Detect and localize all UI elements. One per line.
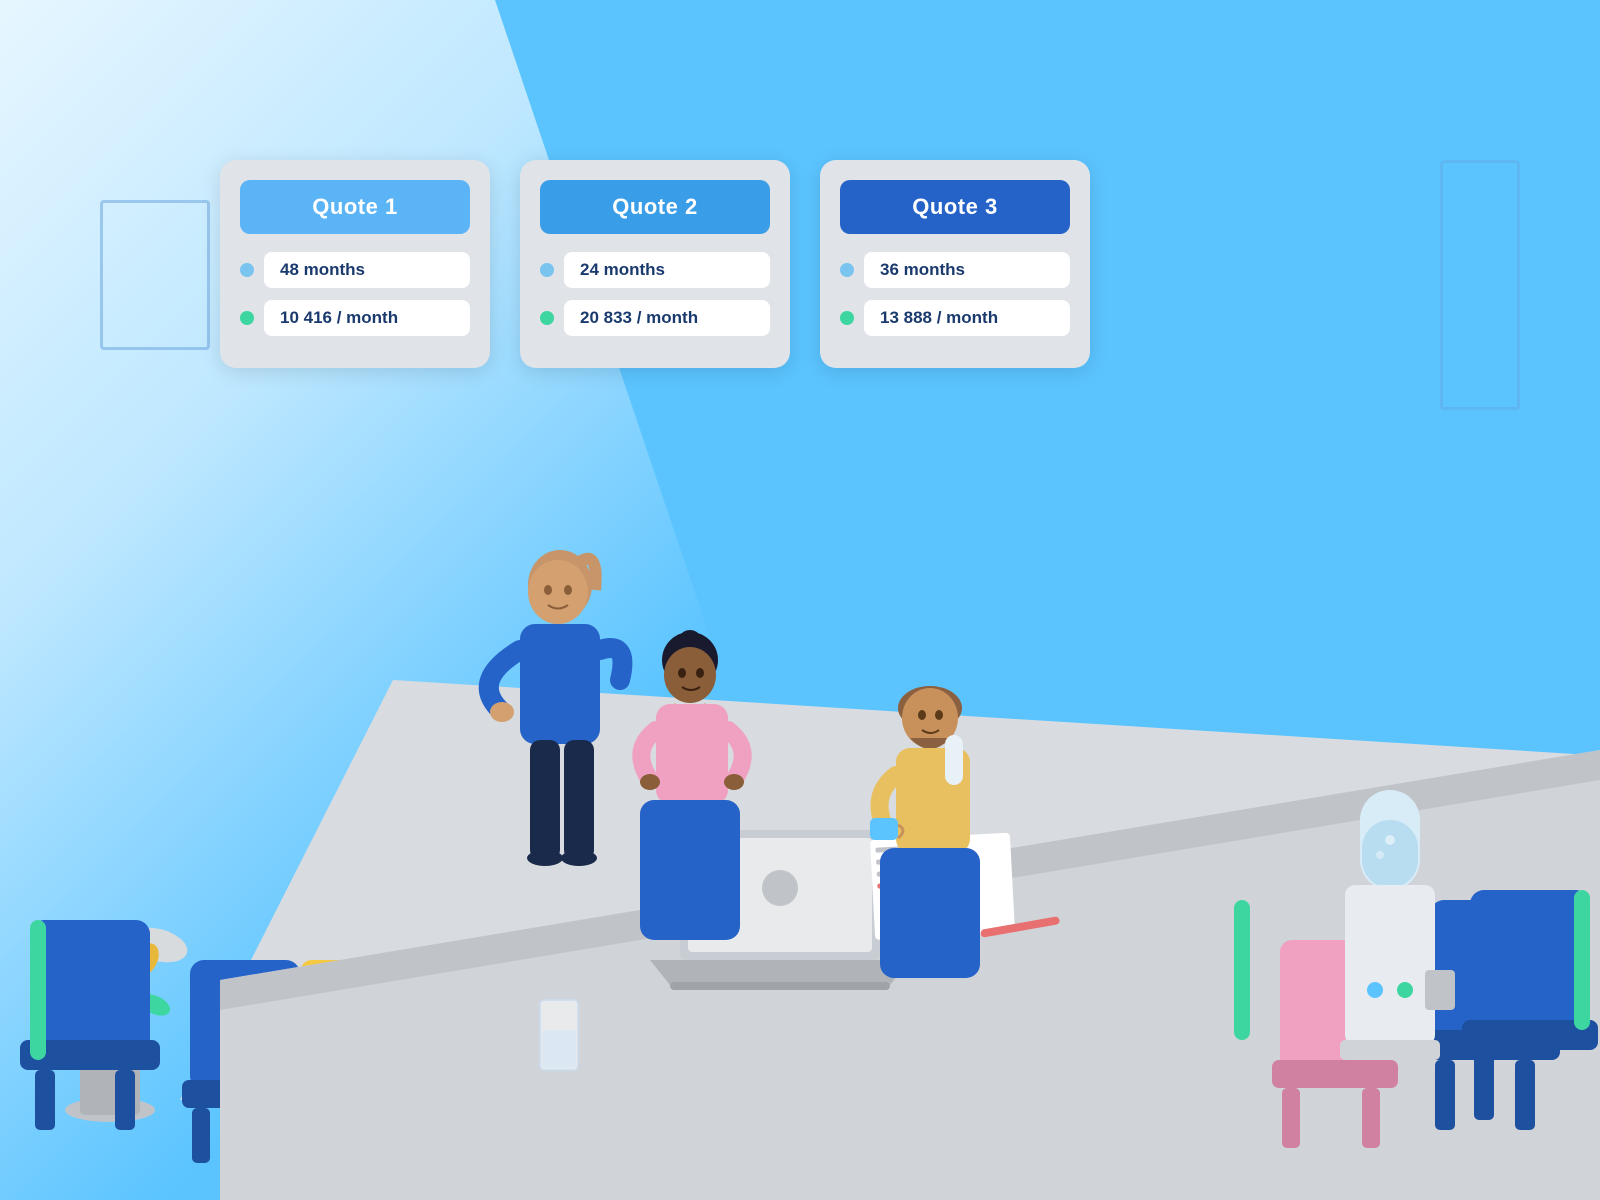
card-title-1: Quote 1 — [312, 194, 397, 219]
card-duration-1: 48 months — [264, 252, 470, 288]
card-row-duration-1: 48 months — [240, 252, 470, 288]
card-header-1: Quote 1 — [240, 180, 470, 234]
scene-illustration — [0, 300, 1600, 1200]
card-price-1: 10 416 / month — [264, 300, 470, 336]
dot-duration-1 — [240, 263, 254, 277]
card-header-3: Quote 3 — [840, 180, 1070, 234]
card-header-2: Quote 2 — [540, 180, 770, 234]
card-row-price-1: 10 416 / month — [240, 300, 470, 336]
dot-duration-3 — [840, 263, 854, 277]
card-price-3: 13 888 / month — [864, 300, 1070, 336]
person-seated-left — [640, 630, 744, 940]
dot-price-3 — [840, 311, 854, 325]
dot-price-2 — [540, 311, 554, 325]
person-seated-right — [870, 686, 980, 978]
card-duration-2: 24 months — [564, 252, 770, 288]
quote-card-3: Quote 3 36 months 13 888 / month — [820, 160, 1090, 368]
card-row-duration-3: 36 months — [840, 252, 1070, 288]
card-price-2: 20 833 / month — [564, 300, 770, 336]
card-row-price-3: 13 888 / month — [840, 300, 1070, 336]
dot-duration-2 — [540, 263, 554, 277]
card-title-2: Quote 2 — [612, 194, 697, 219]
glass — [540, 1000, 578, 1070]
quote-card-1: Quote 1 48 months 10 416 / month — [220, 160, 490, 368]
card-row-duration-2: 24 months — [540, 252, 770, 288]
quote-card-2: Quote 2 24 months 20 833 / month — [520, 160, 790, 368]
card-duration-3: 36 months — [864, 252, 1070, 288]
cards-container: Quote 1 48 months 10 416 / month Quote 2… — [220, 160, 1090, 368]
card-title-3: Quote 3 — [912, 194, 997, 219]
person-standing — [489, 550, 623, 866]
card-row-price-2: 20 833 / month — [540, 300, 770, 336]
dot-price-1 — [240, 311, 254, 325]
